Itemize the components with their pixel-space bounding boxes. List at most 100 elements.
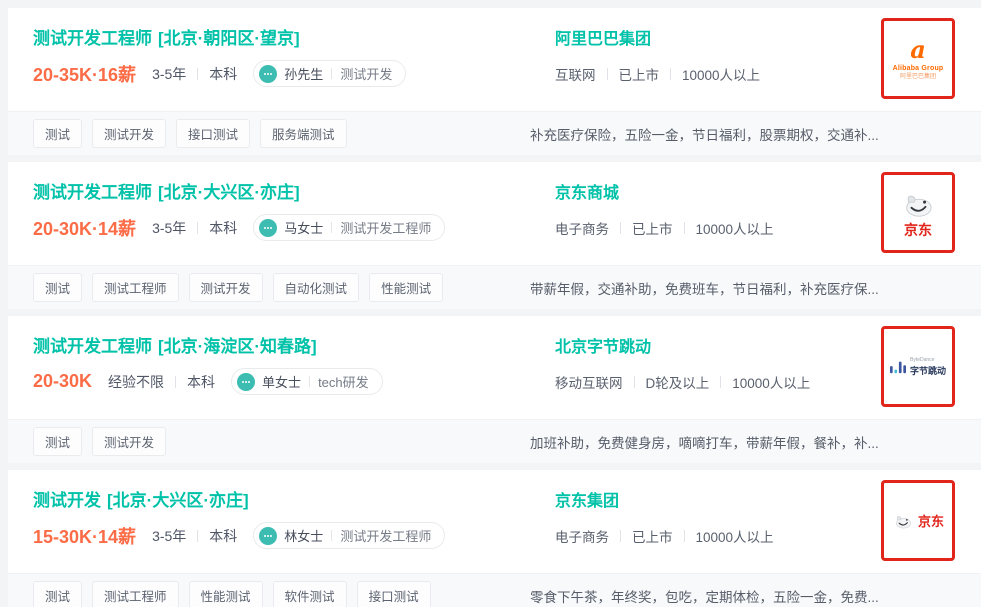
divider (684, 222, 685, 234)
job-title-link[interactable]: 测试开发[北京·大兴区·亦庄] (33, 489, 555, 513)
salary-text: 20-30K (33, 371, 92, 392)
company-name-link[interactable]: 阿里巴巴集团 (555, 29, 651, 51)
skill-tag[interactable]: 软件测试 (273, 581, 347, 607)
salary-text: 15-30K·14薪 (33, 523, 136, 549)
benefits-text: 带薪年假，交通补助，免费班车，节日福利，补充医疗保... (530, 278, 981, 298)
recruiter-name: 单女士 (262, 372, 301, 391)
company-stage: 已上市 (632, 526, 673, 546)
divider (175, 376, 176, 388)
skill-tags: 测试 测试工程师 性能测试 软件测试 接口测试 (33, 581, 530, 607)
skill-tag[interactable]: 性能测试 (189, 581, 263, 607)
recruiter-role: 测试开发 (340, 64, 392, 83)
recruiter-pill[interactable]: 马女士 测试开发工程师 (253, 214, 445, 241)
bytedance-logo-text: 字节跳动 (910, 364, 946, 377)
job-location: [北京·朝阳区·望京] (158, 29, 300, 48)
company-stage: D轮及以上 (646, 372, 710, 392)
divider (197, 222, 198, 234)
company-logo-jd[interactable]: 京东 (881, 480, 955, 561)
skill-tag[interactable]: 测试 (33, 273, 82, 302)
job-location: [北京·大兴区·亦庄] (107, 491, 249, 510)
skill-tag[interactable]: 测试 (33, 119, 82, 148)
company-industry: 电子商务 (555, 526, 609, 546)
skill-tag[interactable]: 测试开发 (92, 119, 166, 148)
alibaba-logo-text: Alibaba Group (893, 65, 944, 72)
company-industry: 电子商务 (555, 218, 609, 238)
divider (670, 68, 671, 80)
jd-logo-text: 京东 (904, 223, 932, 237)
skill-tag[interactable]: 测试开发 (189, 273, 263, 302)
experience-text: 3-5年 (152, 526, 186, 546)
divider (331, 68, 332, 79)
skill-tag[interactable]: 接口测试 (176, 119, 250, 148)
job-title: 测试开发工程师 (33, 337, 152, 356)
experience-text: 经验不限 (108, 372, 164, 392)
skill-tag[interactable]: 测试开发 (92, 427, 166, 456)
job-location: [北京·海淀区·知春路] (158, 337, 317, 356)
benefits-text: 加班补助，免费健身房，嘀嘀打车，带薪年假，餐补，补... (530, 432, 981, 452)
job-card[interactable]: 测试开发工程师 [北京·海淀区·知春路] 20-30K 经验不限 本科 单女士 t… (8, 316, 981, 463)
recruiter-pill[interactable]: 单女士 tech研发 (231, 368, 383, 395)
recruiter-avatar-icon (259, 527, 277, 545)
recruiter-role: 测试开发工程师 (340, 526, 431, 545)
divider (197, 68, 198, 80)
education-text: 本科 (209, 526, 237, 546)
company-industry: 互联网 (555, 64, 596, 84)
job-title: 测试开发工程师 (33, 183, 152, 202)
skill-tag[interactable]: 服务端测试 (260, 119, 347, 148)
company-name-link[interactable]: 北京字节跳动 (555, 337, 651, 359)
company-stage: 已上市 (632, 218, 673, 238)
divider (331, 222, 332, 233)
bytedance-logo-icon: ByteDance 字节跳动 (890, 357, 946, 377)
divider (684, 530, 685, 542)
skill-tags: 测试 测试开发 (33, 427, 530, 456)
company-size: 10000人以上 (682, 64, 760, 84)
recruiter-avatar-icon (237, 373, 255, 391)
divider (607, 68, 608, 80)
recruiter-pill[interactable]: 林女士 测试开发工程师 (253, 522, 445, 549)
alibaba-mark-icon: a (910, 38, 926, 62)
skill-tag[interactable]: 测试工程师 (92, 581, 179, 607)
jd-dog-icon (892, 512, 914, 530)
divider (197, 530, 198, 542)
job-location: [北京·大兴区·亦庄] (158, 183, 300, 202)
skill-tag[interactable]: 测试工程师 (92, 273, 179, 302)
job-card[interactable]: 测试开发工程师[北京·朝阳区·望京] 20-35K·16薪 3-5年 本科 孙先… (8, 8, 981, 155)
company-logo-jd[interactable]: 京东 (881, 172, 955, 253)
benefits-text: 补充医疗保险，五险一金，节日福利，股票期权，交通补... (530, 124, 981, 144)
education-text: 本科 (209, 218, 237, 238)
job-card[interactable]: 测试开发[北京·大兴区·亦庄] 15-30K·14薪 3-5年 本科 林女士 测… (8, 470, 981, 607)
jd-logo-icon: 京东 (892, 511, 944, 530)
recruiter-name: 马女士 (284, 218, 323, 237)
bytedance-bars-icon (890, 359, 906, 375)
company-logo-alibaba[interactable]: a Alibaba Group 阿里巴巴集团 (881, 18, 955, 99)
divider (720, 376, 721, 388)
experience-text: 3-5年 (152, 218, 186, 238)
company-size: 10000人以上 (696, 526, 774, 546)
company-size: 10000人以上 (732, 372, 810, 392)
alibaba-logo-subtext: 阿里巴巴集团 (900, 74, 936, 80)
company-name-link[interactable]: 京东商城 (555, 183, 619, 205)
company-industry: 移动互联网 (555, 372, 623, 392)
company-name-link[interactable]: 京东集团 (555, 491, 619, 513)
recruiter-role: 测试开发工程师 (340, 218, 431, 237)
skill-tag[interactable]: 接口测试 (357, 581, 431, 607)
skill-tag[interactable]: 测试 (33, 581, 82, 607)
job-title-link[interactable]: 测试开发工程师 [北京·朝阳区·望京] (33, 27, 555, 51)
experience-text: 3-5年 (152, 64, 186, 84)
recruiter-name: 林女士 (284, 526, 323, 545)
education-text: 本科 (209, 64, 237, 84)
skill-tag[interactable]: 性能测试 (369, 273, 443, 302)
company-logo-bytedance[interactable]: ByteDance 字节跳动 (881, 326, 955, 407)
job-title: 测试开发工程师 (33, 29, 152, 48)
divider (331, 530, 332, 541)
education-text: 本科 (187, 372, 215, 392)
job-title-link[interactable]: 测试开发工程师 [北京·海淀区·知春路] (33, 335, 555, 359)
job-title-link[interactable]: 测试开发工程师 [北京·大兴区·亦庄] (33, 181, 555, 205)
recruiter-name: 孙先生 (284, 64, 323, 83)
salary-text: 20-30K·14薪 (33, 215, 136, 241)
skill-tag[interactable]: 测试 (33, 427, 82, 456)
job-card[interactable]: 测试开发工程师 [北京·大兴区·亦庄] 20-30K·14薪 3-5年 本科 马女… (8, 162, 981, 309)
recruiter-pill[interactable]: 孙先生 测试开发 (253, 60, 406, 87)
skill-tag[interactable]: 自动化测试 (273, 273, 360, 302)
benefits-text: 零食下午茶，年终奖，包吃，定期体检，五险一金，免费... (530, 586, 981, 606)
